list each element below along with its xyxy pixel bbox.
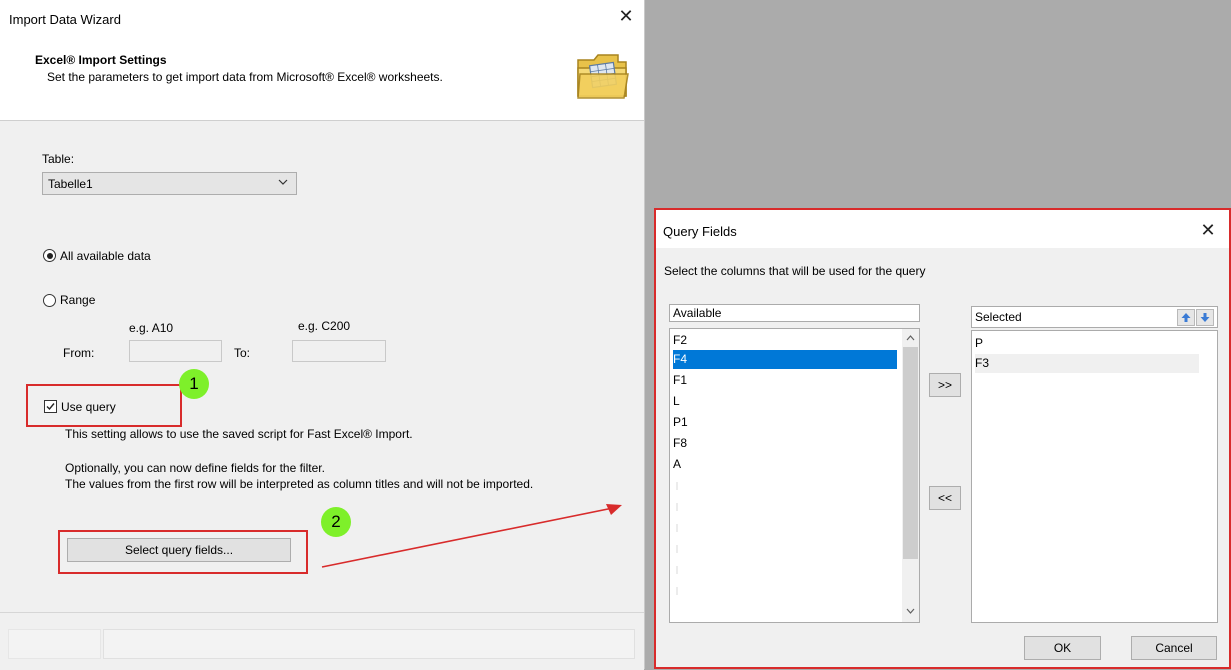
checkmark-icon [46,403,55,411]
query-fields-dialog: Query Fields ✕ Select the columns that w… [654,208,1231,669]
wizard-titlebar: Import Data Wizard ✕ [0,0,644,40]
wizard-footer [0,612,644,670]
list-item[interactable]: A [673,455,897,474]
range-to-input[interactable] [292,340,386,362]
list-item[interactable]: F1 [673,371,897,390]
all-data-label: All available data [60,249,151,263]
list-item[interactable]: P [975,334,1199,353]
remove-fields-button[interactable]: << [929,486,961,510]
arrow-down-icon [1200,313,1210,322]
arrow-up-icon [1181,313,1191,322]
range-from-input[interactable] [129,340,222,362]
list-item[interactable]: F8 [673,434,897,453]
faint-row-marker [676,587,678,595]
range-radio[interactable] [43,294,56,307]
range-from-hint: e.g. A10 [129,321,174,335]
cancel-button[interactable]: Cancel [1131,636,1217,660]
query-fields-description: Select the columns that will be used for… [664,264,926,278]
optional-line-2: The values from the first row will be in… [65,477,534,491]
ok-button[interactable]: OK [1024,636,1101,660]
scrollbar-thumb[interactable] [903,347,918,559]
scroll-up-icon[interactable] [902,333,919,343]
list-item[interactable]: F3 [975,354,1199,373]
available-scrollbar[interactable] [902,329,919,622]
wizard-close-icon[interactable]: ✕ [616,6,636,26]
select-query-fields-button[interactable]: Select query fields... [67,538,291,562]
use-query-checkbox[interactable] [44,400,57,413]
wizard-body: Table: Tabelle1 All available data Range… [0,121,644,669]
all-data-radio[interactable] [43,249,56,262]
faint-row-marker [676,566,678,574]
footer-left-panel [8,629,101,659]
list-item[interactable]: L [673,392,897,411]
optional-line-1: Optionally, you can now define fields fo… [65,461,325,475]
query-fields-title: Query Fields [663,224,737,239]
list-item-selected[interactable]: F4 [673,350,897,369]
faint-row-marker [676,503,678,511]
range-to-hint: e.g. C200 [298,319,351,333]
list-item[interactable]: F2 [673,331,897,350]
move-up-button[interactable] [1177,309,1195,326]
available-list[interactable]: F2 F4 F1 L P1 F8 A [669,328,920,623]
faint-row-marker [676,524,678,532]
range-label: Range [60,293,96,307]
wizard-subheading: Set the parameters to get import data fr… [47,70,443,84]
range-from-label: From: [63,346,95,360]
scroll-down-icon[interactable] [902,606,919,616]
wizard-header: Excel® Import Settings Set the parameter… [0,40,644,121]
wizard-title: Import Data Wizard [9,12,121,27]
chevron-down-icon [278,179,288,185]
query-fields-titlebar: Query Fields ✕ [656,210,1229,248]
available-header: Available [669,304,920,322]
range-to-label: To: [234,346,251,360]
selected-list[interactable]: P F3 [971,330,1218,623]
table-label: Table: [42,152,75,166]
faint-row-marker [676,482,678,490]
query-fields-close-icon[interactable]: ✕ [1198,220,1218,240]
table-dropdown-value: Tabelle1 [48,177,93,191]
footer-button-bar [103,629,635,659]
faint-row-marker [676,545,678,553]
step-1-badge: 1 [179,369,209,399]
folder-spreadsheet-icon [577,54,629,99]
table-dropdown[interactable]: Tabelle1 [42,172,297,195]
add-fields-button[interactable]: >> [929,373,961,397]
wizard-heading: Excel® Import Settings [35,53,167,67]
annotation-arrow [321,504,622,568]
move-down-button[interactable] [1196,309,1214,326]
use-query-description: This setting allows to use the saved scr… [65,427,413,441]
use-query-label: Use query [61,400,116,414]
list-item[interactable]: P1 [673,413,897,432]
